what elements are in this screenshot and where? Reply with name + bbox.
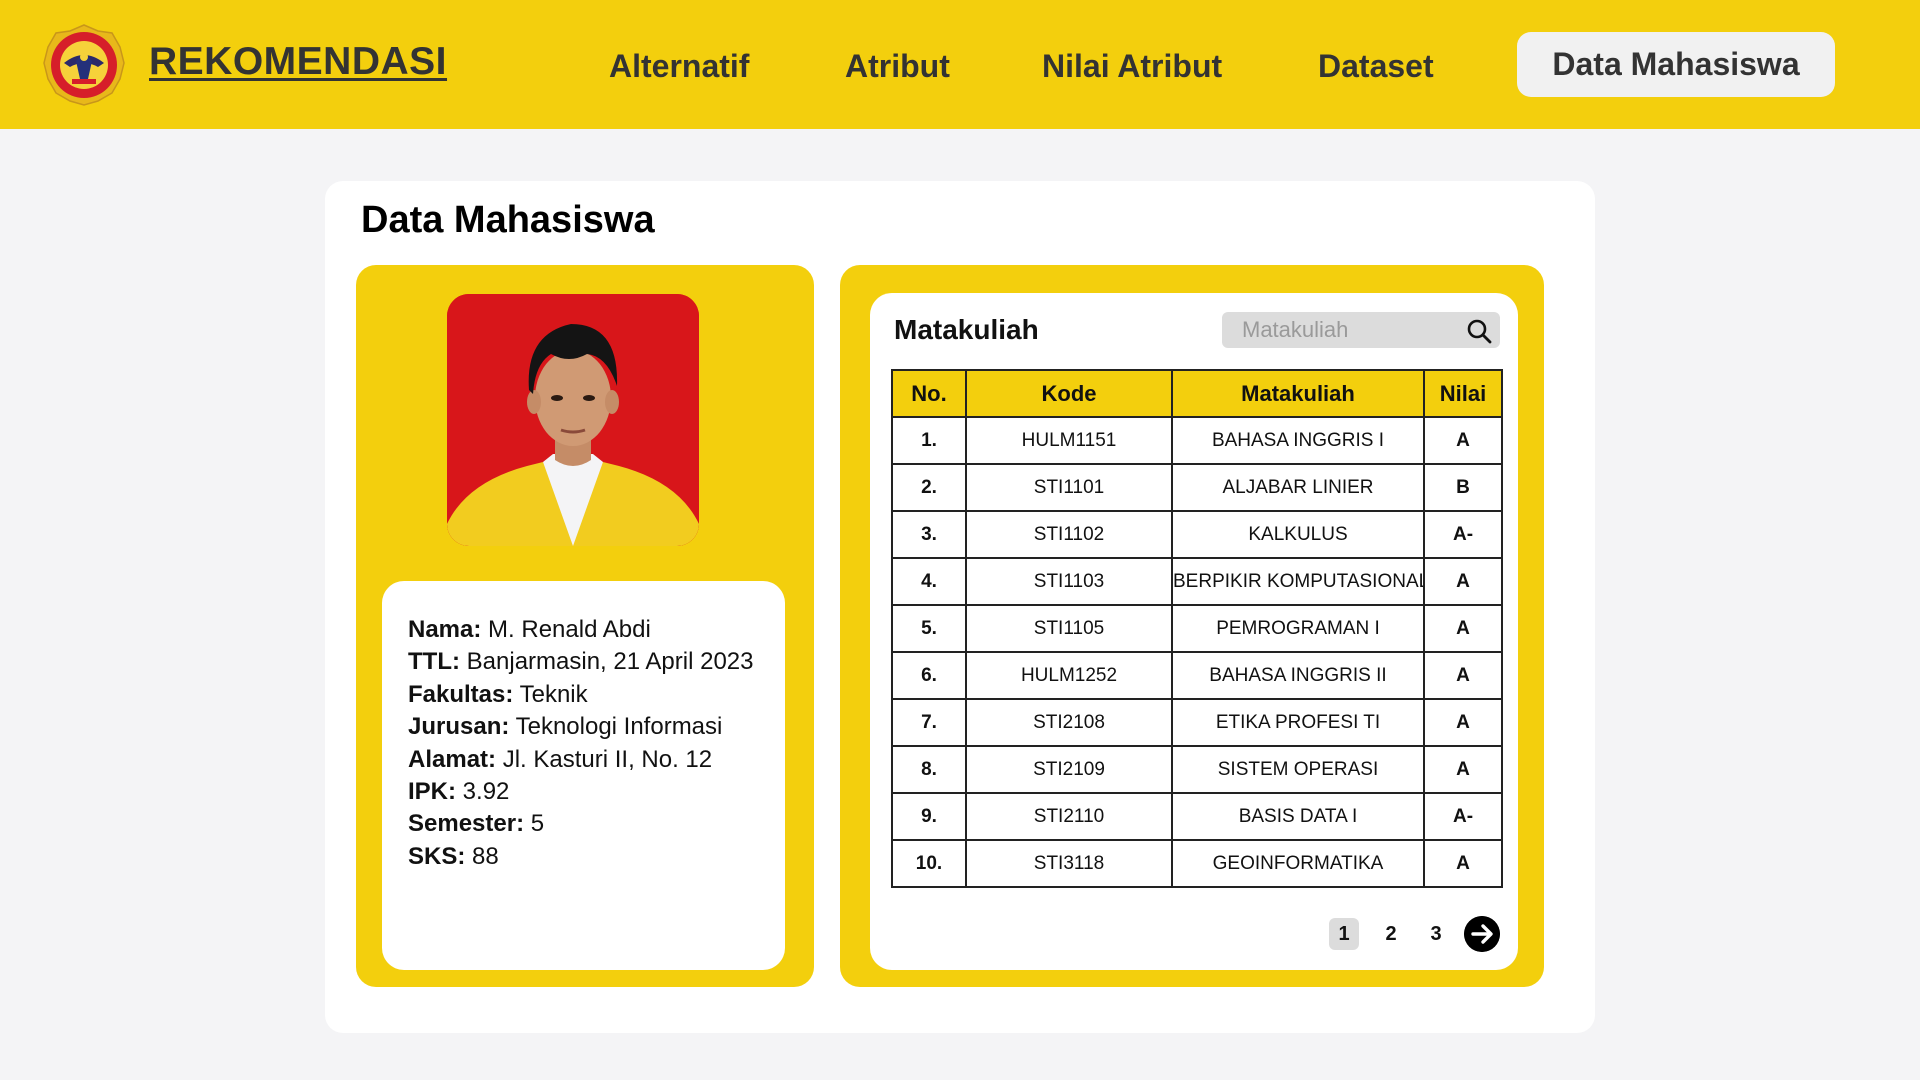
info-value: M. Renald Abdi [488,616,651,643]
info-alamat: Alamat: Jl. Kasturi II, No. 12 [408,744,778,776]
table-row: 5. STI1105 PEMROGRAMAN I A [891,604,1503,653]
cell-nilai: B [1423,463,1503,512]
courses-title: Matakuliah [894,314,1039,345]
info-value: Teknik [519,680,588,708]
cell-kode: STI1102 [965,510,1173,559]
header-no: No. [891,369,967,418]
arrow-right-circle-icon[interactable] [1464,916,1500,952]
cell-kode: HULM1151 [965,416,1173,465]
cell-matakuliah: ETIKA PROFESI TI [1171,698,1425,747]
info-label: IPK: [408,778,456,806]
cell-no: 5. [891,604,967,653]
page-2-button[interactable]: 2 [1376,918,1406,950]
cell-no: 6. [891,651,967,700]
cell-no: 2. [891,463,967,512]
info-jurusan: Jurusan: Teknologi Informasi [408,711,778,743]
cell-nilai: A [1423,416,1503,465]
info-label: Nama: [408,616,482,643]
cell-nilai: A [1423,557,1503,606]
cell-matakuliah: PEMROGRAMAN I [1171,604,1425,653]
info-value: 88 [472,842,499,870]
header-nilai: Nilai [1423,369,1503,418]
cell-no: 4. [891,557,967,606]
info-value: Jl. Kasturi II, No. 12 [502,745,713,773]
info-label: Semester: [408,810,525,838]
cell-nilai: A- [1423,510,1503,559]
info-semester: Semester: 5 [408,808,778,840]
nav-nilai-atribut[interactable]: Nilai Atribut [1042,48,1222,85]
info-ttl: TTL: Banjarmasin, 21 April 2023 [408,646,778,678]
info-value: 3.92 [462,778,510,806]
info-value: Teknologi Informasi [515,713,723,741]
cell-no: 3. [891,510,967,559]
cell-kode: STI1105 [965,604,1173,653]
info-nama: Nama: M. Renald Abdi [408,614,778,646]
cell-kode: HULM1252 [965,651,1173,700]
info-ipk: IPK: 3.92 [408,776,778,808]
cell-kode: STI3118 [965,839,1173,888]
table-header-row: No. Kode Matakuliah Nilai [891,369,1503,418]
nav-atribut[interactable]: Atribut [845,48,950,85]
cell-nilai: A [1423,604,1503,653]
table-row: 8. STI2109 SISTEM OPERASI A [891,745,1503,794]
info-label: Jurusan: [408,713,510,741]
cell-matakuliah: GEOINFORMATIKA [1171,839,1425,888]
top-navbar: REKOMENDASI Alternatif Atribut Nilai Atr… [0,0,1920,129]
cell-nilai: A [1423,651,1503,700]
info-fakultas: Fakultas: Teknik [408,679,778,711]
cell-no: 1. [891,416,967,465]
cell-nilai: A [1423,745,1503,794]
profile-info: Nama: M. Renald Abdi TTL: Banjarmasin, 2… [408,614,778,873]
cell-nilai: A [1423,698,1503,747]
page-1-button[interactable]: 1 [1329,918,1359,950]
table-row: 1. HULM1151 BAHASA INGGRIS I A [891,416,1503,465]
search-icon[interactable] [1466,318,1492,344]
cell-no: 9. [891,792,967,841]
cell-matakuliah: BAHASA INGGRIS II [1171,651,1425,700]
cell-kode: STI1103 [965,557,1173,606]
info-label: Alamat: [408,745,497,773]
cell-kode: STI2109 [965,745,1173,794]
cell-kode: STI1101 [965,463,1173,512]
cell-no: 7. [891,698,967,747]
table-row: 7. STI2108 ETIKA PROFESI TI A [891,698,1503,747]
courses-table: No. Kode Matakuliah Nilai 1. HULM1151 BA… [891,369,1503,888]
nav-dataset[interactable]: Dataset [1318,48,1434,85]
cell-matakuliah: BERPIKIR KOMPUTASIONAL [1171,557,1425,606]
header-kode: Kode [965,369,1173,418]
info-value: Banjarmasin, 21 April 2023 [466,648,754,676]
cell-no: 8. [891,745,967,794]
info-value: 5 [530,810,545,838]
table-row: 9. STI2110 BASIS DATA I A- [891,792,1503,841]
table-row: 2. STI1101 ALJABAR LINIER B [891,463,1503,512]
nav-alternatif[interactable]: Alternatif [609,48,749,85]
info-label: SKS: [408,842,466,870]
student-photo [447,294,699,546]
cell-matakuliah: SISTEM OPERASI [1171,745,1425,794]
table-row: 4. STI1103 BERPIKIR KOMPUTASIONAL A [891,557,1503,606]
brand-title[interactable]: REKOMENDASI [149,40,447,84]
cell-matakuliah: BASIS DATA I [1171,792,1425,841]
cell-kode: STI2110 [965,792,1173,841]
cell-matakuliah: ALJABAR LINIER [1171,463,1425,512]
course-search-input[interactable] [1222,312,1462,348]
header-matakuliah: Matakuliah [1171,369,1425,418]
info-sks: SKS: 88 [408,841,778,873]
table-row: 10. STI3118 GEOINFORMATIKA A [891,839,1503,888]
cell-no: 10. [891,839,967,888]
table-row: 6. HULM1252 BAHASA INGGRIS II A [891,651,1503,700]
info-label: TTL: [408,648,460,676]
cell-matakuliah: BAHASA INGGRIS I [1171,416,1425,465]
nav-data-mahasiswa[interactable]: Data Mahasiswa [1517,32,1835,97]
cell-kode: STI2108 [965,698,1173,747]
info-label: Fakultas: [408,680,514,708]
cell-nilai: A- [1423,792,1503,841]
cell-nilai: A [1423,839,1503,888]
university-logo[interactable] [42,23,126,107]
page-3-button[interactable]: 3 [1421,918,1451,950]
page-title: Data Mahasiswa [361,199,655,241]
course-search-box [1222,312,1500,348]
cell-matakuliah: KALKULUS [1171,510,1425,559]
table-row: 3. STI1102 KALKULUS A- [891,510,1503,559]
